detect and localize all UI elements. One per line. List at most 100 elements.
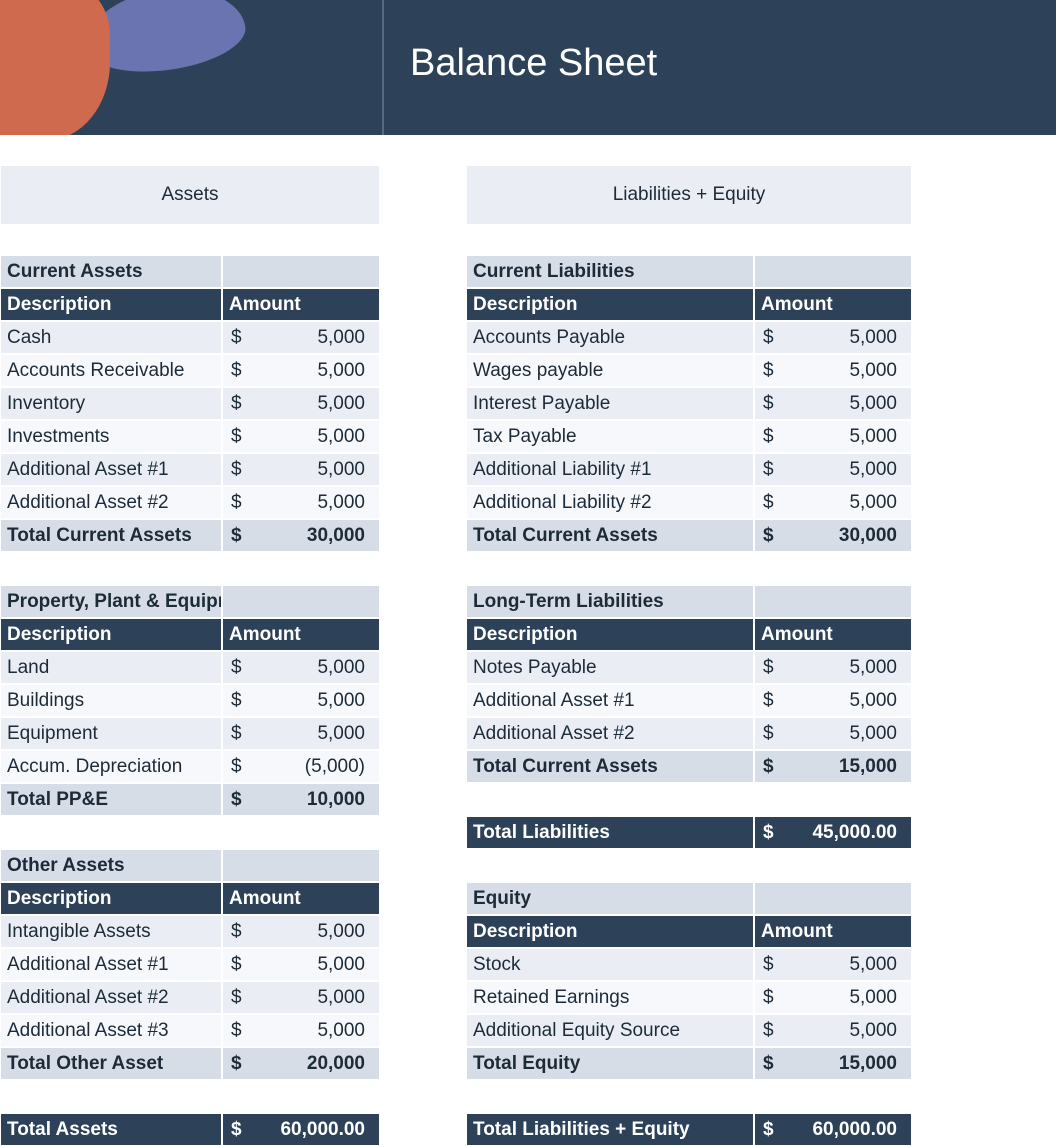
line-item-desc: Accum. Depreciation xyxy=(0,750,222,783)
col-header-amt: Amount xyxy=(222,882,380,915)
line-item-amt: $5,000 xyxy=(222,420,380,453)
line-item-amt: $5,000 xyxy=(754,981,912,1014)
line-item-desc: Land xyxy=(0,651,222,684)
line-item-desc: Wages payable xyxy=(466,354,754,387)
col-header-desc: Description xyxy=(0,288,222,321)
section-total-label: Total Current Assets xyxy=(466,519,754,552)
col-header-amt: Amount xyxy=(754,915,912,948)
assets-heading: Assets xyxy=(0,165,380,225)
line-item-amt: $5,000 xyxy=(754,651,912,684)
line-item-desc: Notes Payable xyxy=(466,651,754,684)
line-item-amt: $5,000 xyxy=(222,915,380,948)
line-item-amt: $5,000 xyxy=(754,717,912,750)
line-item-desc: Additional Asset #2 xyxy=(466,717,754,750)
section-total-amt: $20,000 xyxy=(222,1047,380,1080)
line-item-desc: Additional Liability #1 xyxy=(466,453,754,486)
section-total-label: Total PP&E xyxy=(0,783,222,816)
line-item-desc: Investments xyxy=(0,420,222,453)
section-total-amt: $15,000 xyxy=(754,750,912,783)
line-item-desc: Accounts Receivable xyxy=(0,354,222,387)
line-item-amt: $5,000 xyxy=(222,321,380,354)
grand-total-label: Total Liabilities + Equity xyxy=(466,1113,754,1146)
grand-total-amt: $60,000.00 xyxy=(222,1113,380,1146)
col-header-desc: Description xyxy=(466,618,754,651)
line-item-desc: Interest Payable xyxy=(466,387,754,420)
col-header-desc: Description xyxy=(0,618,222,651)
section-title: Long-Term Liabilities xyxy=(466,585,754,618)
section-title-amt xyxy=(222,849,380,882)
col-header-amt: Amount xyxy=(754,618,912,651)
line-item-amt: $5,000 xyxy=(222,684,380,717)
total-liab-label: Total Liabilities xyxy=(466,816,754,849)
line-item-amt: $5,000 xyxy=(754,420,912,453)
line-item-desc: Intangible Assets xyxy=(0,915,222,948)
section-title: Equity xyxy=(466,882,754,915)
line-item-desc: Retained Earnings xyxy=(466,981,754,1014)
decorative-blob-orange xyxy=(0,0,110,135)
section-total-amt: $30,000 xyxy=(754,519,912,552)
line-item-desc: Additional Equity Source xyxy=(466,1014,754,1047)
section-total-label: Total Current Assets xyxy=(0,519,222,552)
balance-sheet-table: Assets Liabilities + Equity Current Assets… xyxy=(0,135,1056,1146)
line-item-amt: $5,000 xyxy=(222,651,380,684)
line-item-amt: $5,000 xyxy=(754,354,912,387)
line-item-amt: $5,000 xyxy=(222,717,380,750)
line-item-desc: Cash xyxy=(0,321,222,354)
col-header-amt: Amount xyxy=(222,288,380,321)
col-header-amt: Amount xyxy=(222,618,380,651)
line-item-amt: $5,000 xyxy=(222,453,380,486)
section-title-amt xyxy=(222,255,380,288)
total-liab-amt: $45,000.00 xyxy=(754,816,912,849)
section-title-amt xyxy=(222,585,380,618)
line-item-desc: Stock xyxy=(466,948,754,981)
line-item-amt: $5,000 xyxy=(754,321,912,354)
section-title-amt xyxy=(754,585,912,618)
col-header-desc: Description xyxy=(466,288,754,321)
section-total-amt: $10,000 xyxy=(222,783,380,816)
section-total-label: Total Equity xyxy=(466,1047,754,1080)
line-item-amt: $5,000 xyxy=(754,1014,912,1047)
page-title: Balance Sheet xyxy=(410,42,657,85)
line-item-amt: $5,000 xyxy=(222,387,380,420)
line-item-amt: $5,000 xyxy=(222,354,380,387)
section-title: Current Assets xyxy=(0,255,222,288)
line-item-desc: Additional Asset #2 xyxy=(0,486,222,519)
section-title: Other Assets xyxy=(0,849,222,882)
line-item-amt: $(5,000) xyxy=(222,750,380,783)
line-item-amt: $5,000 xyxy=(222,486,380,519)
header-divider xyxy=(382,0,384,135)
grand-total-label: Total Assets xyxy=(0,1113,222,1146)
line-item-amt: $5,000 xyxy=(754,453,912,486)
line-item-desc: Additional Liability #2 xyxy=(466,486,754,519)
col-header-amt: Amount xyxy=(754,288,912,321)
section-title: Property, Plant & Equipment xyxy=(0,585,222,618)
line-item-amt: $5,000 xyxy=(754,387,912,420)
line-item-amt: $5,000 xyxy=(754,684,912,717)
line-item-desc: Buildings xyxy=(0,684,222,717)
line-item-desc: Additional Asset #1 xyxy=(0,453,222,486)
section-title-amt xyxy=(754,255,912,288)
grand-total-amt: $60,000.00 xyxy=(754,1113,912,1146)
line-item-amt: $5,000 xyxy=(222,948,380,981)
line-item-amt: $5,000 xyxy=(222,981,380,1014)
line-item-amt: $5,000 xyxy=(754,948,912,981)
line-item-desc: Additional Asset #1 xyxy=(466,684,754,717)
section-total-label: Total Other Asset xyxy=(0,1047,222,1080)
line-item-desc: Additional Asset #3 xyxy=(0,1014,222,1047)
line-item-desc: Equipment xyxy=(0,717,222,750)
line-item-desc: Tax Payable xyxy=(466,420,754,453)
liab-equity-heading: Liabilities + Equity xyxy=(466,165,912,225)
section-total-amt: $15,000 xyxy=(754,1047,912,1080)
line-item-desc: Accounts Payable xyxy=(466,321,754,354)
section-total-amt: $30,000 xyxy=(222,519,380,552)
line-item-amt: $5,000 xyxy=(222,1014,380,1047)
line-item-desc: Additional Asset #1 xyxy=(0,948,222,981)
line-item-desc: Inventory xyxy=(0,387,222,420)
line-item-desc: Additional Asset #2 xyxy=(0,981,222,1014)
section-title: Current Liabilities xyxy=(466,255,754,288)
page-header: Balance Sheet xyxy=(0,0,1056,135)
col-header-desc: Description xyxy=(0,882,222,915)
section-total-label: Total Current Assets xyxy=(466,750,754,783)
section-title-amt xyxy=(754,882,912,915)
col-header-desc: Description xyxy=(466,915,754,948)
